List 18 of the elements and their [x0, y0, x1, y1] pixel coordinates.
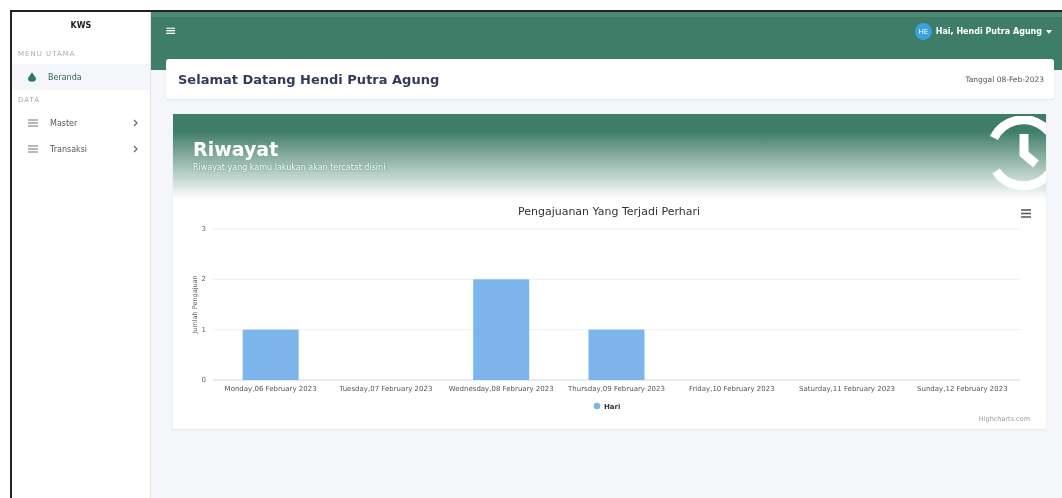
- history-title: Riwayat: [193, 138, 280, 160]
- caret-icon: [1046, 29, 1052, 34]
- drop-icon: [28, 72, 36, 82]
- chevron-icon: [133, 145, 138, 153]
- list-icon: [28, 145, 38, 153]
- brand-name: KWS: [69, 20, 93, 32]
- welcome-title: Selamat Datang Hendi Putra Agung: [178, 71, 440, 87]
- chart-title: Pengajuanan Yang Terjadi Perhari: [517, 205, 701, 218]
- bar: [588, 329, 645, 380]
- sidebar-item[interactable]: Beranda: [12, 64, 150, 90]
- list-icon: [28, 119, 38, 127]
- bar: [242, 329, 299, 380]
- menu-icon[interactable]: ≡: [165, 23, 177, 37]
- sidebar-item[interactable]: Master: [12, 110, 150, 136]
- history-subtitle: Riwayat yang kamu lakukan akan tercatat disini: [193, 163, 387, 172]
- chevron-icon: [133, 119, 138, 127]
- sidebar-item[interactable]: Transaksi: [12, 136, 150, 162]
- chart-menu-icon[interactable]: [1020, 209, 1032, 218]
